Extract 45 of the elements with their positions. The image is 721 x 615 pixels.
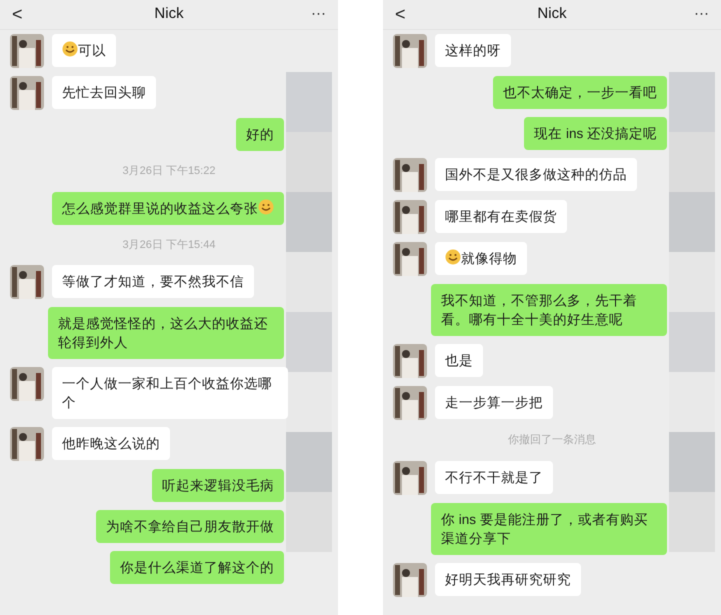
more-button[interactable]: ··· xyxy=(296,3,326,26)
avatar-icon[interactable] xyxy=(10,427,44,461)
avatar-icon[interactable] xyxy=(393,242,427,276)
received-message[interactable]: 这样的呀 xyxy=(435,34,511,67)
sent-message[interactable]: 怎么感觉群里说的收益这么夸张 xyxy=(52,192,284,224)
back-button[interactable]: < xyxy=(395,1,425,28)
more-button[interactable]: ··· xyxy=(678,3,709,26)
timestamp: 3月26日 下午15:44 xyxy=(122,238,216,252)
avatar-icon[interactable] xyxy=(393,386,427,420)
back-button[interactable]: < xyxy=(12,1,42,28)
avatar-icon[interactable] xyxy=(393,344,427,378)
sent-message[interactable]: 你是什么渠道了解这个的 xyxy=(110,551,284,584)
received-message[interactable]: 哪里都有在卖假货 xyxy=(435,200,567,233)
received-message[interactable]: 可以 xyxy=(52,34,116,67)
received-message[interactable]: 先忙去回头聊 xyxy=(52,76,156,109)
chat-title: Nick xyxy=(154,4,184,24)
avatar-icon[interactable] xyxy=(393,200,427,234)
chat-title: Nick xyxy=(537,4,567,24)
received-message[interactable]: 不行不干就是了 xyxy=(435,460,553,494)
received-message[interactable]: 国外不是又很多做这种的仿品 xyxy=(435,158,637,191)
received-message[interactable]: 就像得物 xyxy=(435,242,527,275)
avatar-icon[interactable] xyxy=(10,367,44,401)
avatar-icon[interactable] xyxy=(393,158,427,192)
avatar-icon[interactable] xyxy=(10,34,44,68)
recall-notice: 你撤回了一条消息 xyxy=(508,433,596,448)
sent-message[interactable]: 我不知道，不管那么多，先干着看。哪有十全十美的好生意呢 xyxy=(431,284,667,336)
received-message[interactable]: 等做了才知道，要不然我不信 xyxy=(52,265,254,298)
avatar-icon[interactable] xyxy=(393,562,427,596)
received-message[interactable]: 好明天我再研究研究 xyxy=(435,562,581,596)
sent-message[interactable]: 你 ins 要是能注册了，或者有购买渠道分享下 xyxy=(431,502,667,554)
avatar-icon[interactable] xyxy=(10,265,44,299)
received-message[interactable]: 走一步算一步把 xyxy=(435,386,553,419)
sent-message[interactable]: 就是感觉怪怪的，这么大的收益还轮得到外人 xyxy=(48,307,284,359)
sent-message[interactable]: 好的 xyxy=(236,118,284,151)
sent-message[interactable]: 现在 ins 还没搞定呢 xyxy=(524,117,667,150)
avatar-icon[interactable] xyxy=(393,460,427,494)
received-message[interactable]: 一个人做一家和上百个收益你选哪个 xyxy=(52,367,288,419)
sent-message[interactable]: 也不太确定，一步一看吧 xyxy=(493,76,667,109)
avatar-icon[interactable] xyxy=(10,76,44,110)
avatar-icon[interactable] xyxy=(393,34,427,68)
received-message[interactable]: 他昨晚这么说的 xyxy=(52,427,170,460)
sent-message[interactable]: 听起来逻辑没毛病 xyxy=(152,469,284,502)
received-message[interactable]: 也是 xyxy=(435,344,483,377)
timestamp: 3月26日 下午15:22 xyxy=(122,164,216,179)
sent-message[interactable]: 为啥不拿给自己朋友散开做 xyxy=(96,510,284,543)
